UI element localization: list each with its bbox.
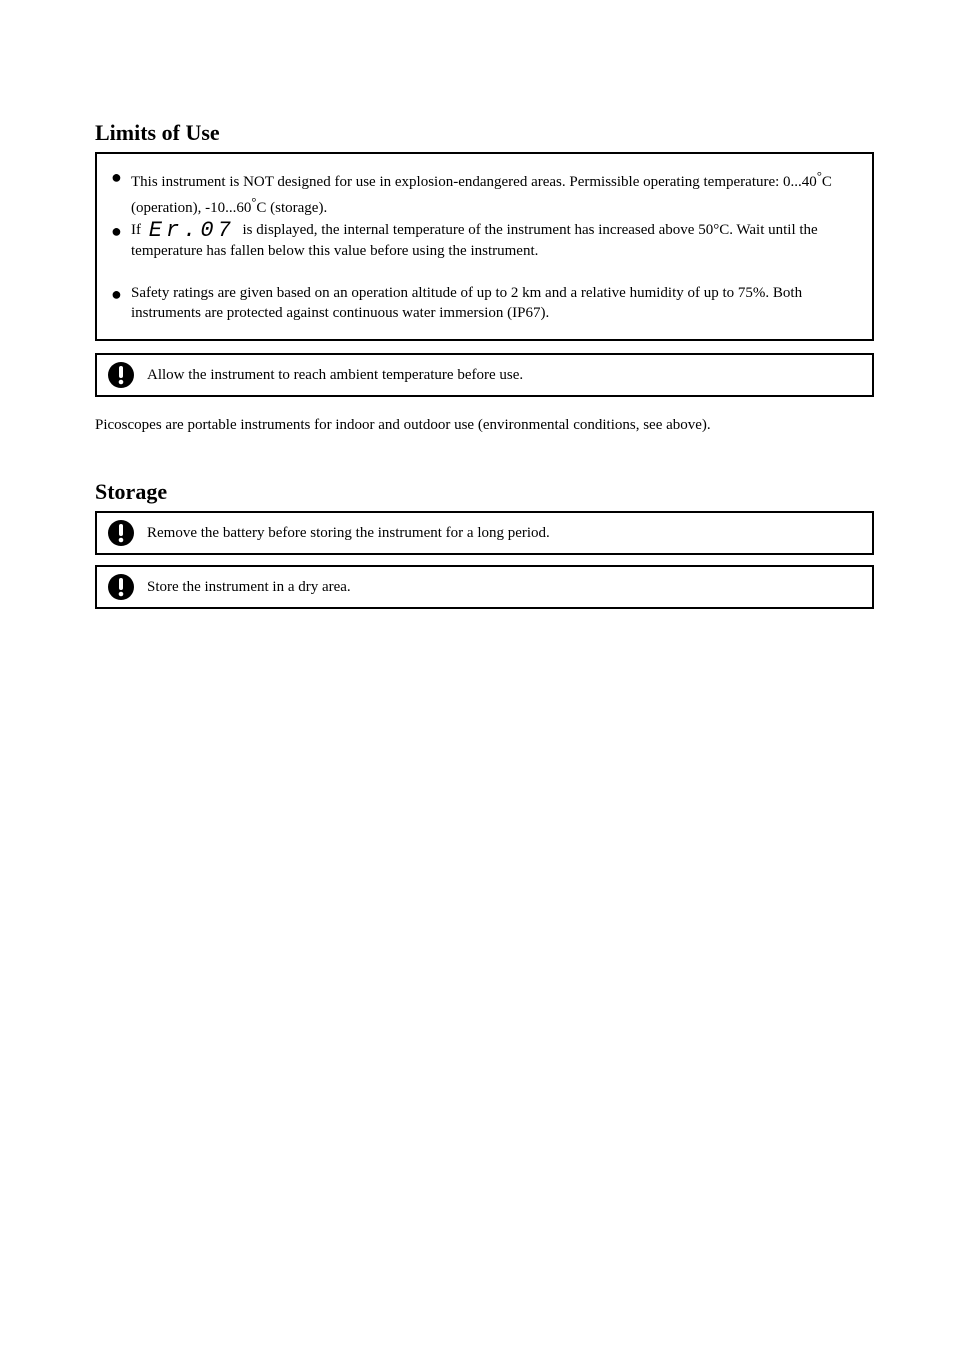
paragraph: Picoscopes are portable instruments for … xyxy=(95,415,874,435)
bullet-text: Safety ratings are given based on an ope… xyxy=(131,283,858,323)
important-note: Store the instrument in a dry area. xyxy=(95,565,874,609)
bullet-fragment: C (storage). xyxy=(256,200,327,216)
spacer xyxy=(95,439,874,479)
important-note: Allow the instrument to reach ambient te… xyxy=(95,353,874,397)
bullet-text: This instrument is NOT designed for use … xyxy=(131,166,858,218)
important-note: Remove the battery before storing the in… xyxy=(95,511,874,555)
exclamation-icon xyxy=(107,361,135,389)
bullet-fragment: This instrument is NOT designed for use … xyxy=(131,174,817,190)
bullet-text: If Er.07 is displayed, the internal temp… xyxy=(131,220,858,261)
spacer xyxy=(111,263,858,281)
important-text: Store the instrument in a dry area. xyxy=(147,578,862,596)
bullet-fragment: Safety ratings are given based on an ope… xyxy=(131,285,802,321)
bullet-dot-icon: ● xyxy=(111,283,131,305)
limits-box: ● This instrument is NOT designed for us… xyxy=(95,152,874,341)
section-title-limits: Limits of Use xyxy=(95,120,874,146)
important-text: Allow the instrument to reach ambient te… xyxy=(147,366,862,384)
exclamation-icon xyxy=(107,519,135,547)
section-title-storage: Storage xyxy=(95,479,874,505)
bullet-item: ● Safety ratings are given based on an o… xyxy=(111,283,858,323)
exclamation-icon xyxy=(107,573,135,601)
bullet-item: ● This instrument is NOT designed for us… xyxy=(111,166,858,218)
error-code-display: Er.07 xyxy=(145,221,239,241)
bullet-dot-icon: ● xyxy=(111,220,131,242)
page: Limits of Use ● This instrument is NOT d… xyxy=(0,0,954,1350)
bullet-dot-icon: ● xyxy=(111,166,131,188)
bullet-fragment: If xyxy=(131,222,145,238)
important-text: Remove the battery before storing the in… xyxy=(147,524,862,542)
bullet-item: ● If Er.07 is displayed, the internal te… xyxy=(111,220,858,261)
